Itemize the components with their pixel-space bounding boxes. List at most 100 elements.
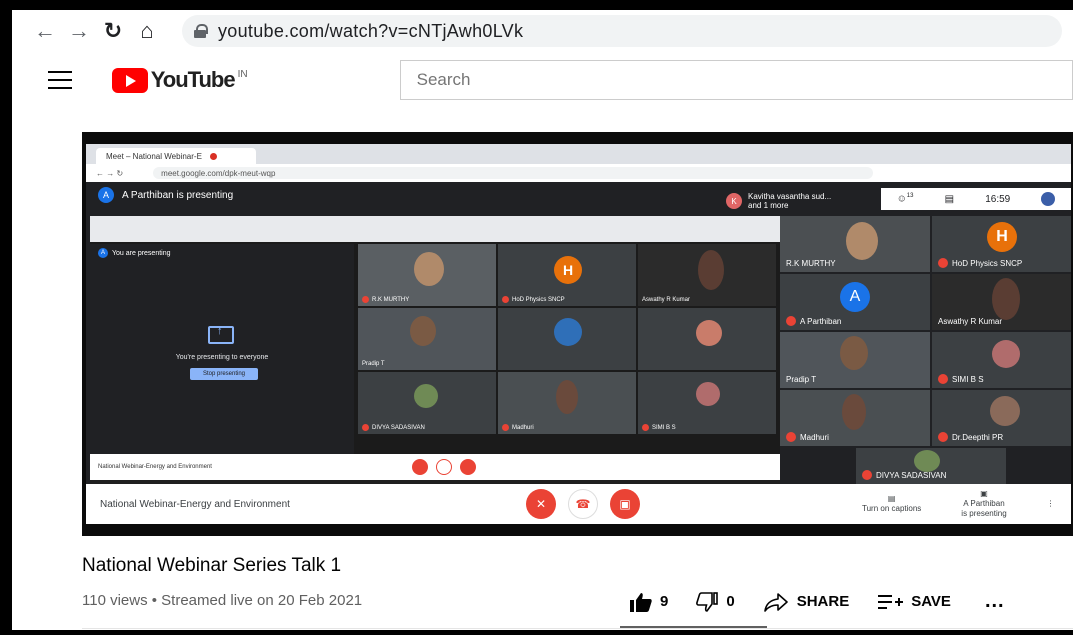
save-playlist-icon <box>878 594 904 609</box>
face-dr1 <box>554 318 582 346</box>
participants-icon: ☺13 <box>896 193 914 205</box>
video-player[interactable]: Meet – National Webinar-E ← → ↻ meet.goo… <box>82 132 1073 536</box>
face-rk-main <box>846 222 878 260</box>
face-dr2 <box>696 320 722 346</box>
self-avatar <box>1041 192 1056 206</box>
save-label: SAVE <box>911 593 951 610</box>
youtube-header: YouTube IN <box>12 52 1073 108</box>
like-icon <box>630 592 652 612</box>
shared-tile-rk: R.K MURTHY <box>358 244 496 306</box>
meet-nav-icons: ← → ↻ <box>96 168 124 178</box>
meet-tab-title: Meet – National Webinar-E <box>106 151 202 161</box>
more-actions-button[interactable]: ... <box>985 590 1005 613</box>
shared-tile-dr2 <box>638 308 776 370</box>
face-madhuri <box>556 380 578 414</box>
country-code: IN <box>237 69 248 80</box>
video-title: National Webinar Series Talk 1 <box>82 555 342 576</box>
shared-cam-off-icon <box>459 459 476 475</box>
video-meta: 110 views • Streamed live on 20 Feb 2021 <box>82 592 363 609</box>
youtube-play-icon <box>111 67 148 93</box>
shared-tile-aswathy-name: Aswathy R Kumar <box>642 297 691 303</box>
meet-tab: Meet – National Webinar-E <box>96 148 256 164</box>
back-icon[interactable]: ← <box>28 14 62 48</box>
tile-hod-physics-name: HoD Physics SNCP <box>938 258 1022 268</box>
captions-icon: ▤ <box>887 494 896 503</box>
tile-a-parthiban: A A Parthiban <box>780 274 930 330</box>
shared-tile-divya: DIVYA SADASIVAN <box>358 372 496 434</box>
face-aswathy <box>698 250 724 290</box>
home-icon[interactable]: ⌂ <box>130 14 164 48</box>
face-pradip-main <box>840 336 868 370</box>
shared-tile-simi-name: SIMI B S <box>642 424 676 431</box>
end-call-icon: ☎ <box>568 489 598 519</box>
search-input[interactable] <box>416 70 1072 90</box>
present-screen-icon <box>208 325 234 344</box>
shared-tile-hod: H HoD Physics SNCP <box>498 244 636 306</box>
shared-browser-chrome <box>90 216 780 242</box>
captions-control: ▤ Turn on captions <box>862 494 921 514</box>
shared-tile-dr1 <box>498 308 636 370</box>
dislike-count: 0 <box>726 593 735 610</box>
meet-side-controls: ▤ Turn on captions ▣ A Parthiban is pres… <box>862 489 1055 519</box>
like-count: 9 <box>660 593 669 610</box>
present-icon: ▣ <box>980 489 988 498</box>
face-simi <box>696 382 720 406</box>
save-button[interactable]: SAVE <box>877 592 951 612</box>
more-options-icon: ⋮ <box>1046 499 1055 508</box>
meet-address-row: ← → ↻ meet.google.com/dpk-meut-wqp <box>86 164 1071 182</box>
stop-presenting-button: Stop presenting <box>190 368 258 380</box>
face-aswathy-main <box>992 278 1020 320</box>
shared-tile-rk-name: R.K MURTHY <box>362 296 409 303</box>
shared-present-panel: A You are presenting You're presenting t… <box>90 244 354 454</box>
tile-simi-name: SIMI B S <box>938 374 984 384</box>
face-deepthi-main <box>990 396 1020 426</box>
kavitha-label-2: and 1 more <box>748 201 789 210</box>
shared-mic-off-icon <box>411 459 428 475</box>
presenting-label-2: is presenting <box>961 509 1007 518</box>
shared-tile-pradip: Pradip T <box>358 308 496 370</box>
tile-madhuri-name: Madhuri <box>786 432 829 442</box>
meet-recording-frame: Meet – National Webinar-E ← → ↻ meet.goo… <box>86 144 1071 524</box>
parthiban-avatar: A <box>840 282 870 312</box>
presenter-banner-text: A Parthiban is presenting <box>122 189 234 201</box>
camera-off-icon: ▣ <box>610 489 640 519</box>
shared-tile-madhuri: Madhuri <box>498 372 636 434</box>
tile-madhuri: Madhuri <box>780 390 930 446</box>
search-box[interactable] <box>399 60 1073 100</box>
address-bar[interactable]: youtube.com/watch?v=cNTjAwh0LVk <box>182 15 1062 47</box>
dislike-button[interactable]: 0 <box>696 591 735 612</box>
like-button[interactable]: 9 <box>630 592 668 612</box>
face-madhuri-main <box>842 394 866 430</box>
shared-meet-bar: National Webinar-Energy and Environment <box>90 454 780 480</box>
shared-presenting-text: You are presenting <box>112 249 171 257</box>
participant-count: 13 <box>906 193 914 200</box>
lock-icon <box>194 24 208 38</box>
meet-info-bar: ☺13 ▤ 16:59 <box>881 188 1071 210</box>
face-rk <box>414 252 444 286</box>
captions-label: Turn on captions <box>862 504 922 513</box>
tile-divya-name: DIVYA SADASIVAN <box>862 470 946 480</box>
shared-presenting-everyone: You're presenting to everyone <box>175 354 269 361</box>
forward-icon[interactable]: → <box>62 14 96 48</box>
tile-aswathy: Aswathy R Kumar <box>932 274 1071 330</box>
menu-icon[interactable] <box>48 71 72 89</box>
tile-pradip-name: Pradip T <box>786 375 817 384</box>
tile-pradip: Pradip T <box>780 332 930 388</box>
share-button[interactable]: SHARE <box>763 592 849 612</box>
url-text: youtube.com/watch?v=cNTjAwh0LVk <box>218 20 524 41</box>
face-divya <box>414 384 438 408</box>
presenting-control: ▣ A Parthiban is presenting <box>961 489 1006 519</box>
tile-divya: DIVYA SADASIVAN <box>856 448 1006 484</box>
screen-frame: ← → ↻ ⌂ youtube.com/watch?v=cNTjAwh0LVk … <box>12 10 1073 630</box>
youtube-logo[interactable]: YouTube IN <box>111 67 248 93</box>
tile-rk-murthy-name: R.K MURTHY <box>786 259 836 268</box>
face-pradip <box>410 316 436 346</box>
shared-tile-madhuri-name: Madhuri <box>502 424 534 431</box>
shared-end-call-icon <box>435 459 452 475</box>
reload-icon[interactable]: ↻ <box>96 14 130 48</box>
share-icon <box>763 592 788 612</box>
kavitha-tag: K Kavitha vasantha sud... and 1 more <box>726 192 831 210</box>
youtube-wordmark: YouTube <box>150 67 236 92</box>
dislike-icon <box>696 591 719 612</box>
shared-tile-divya-name: DIVYA SADASIVAN <box>362 424 425 431</box>
